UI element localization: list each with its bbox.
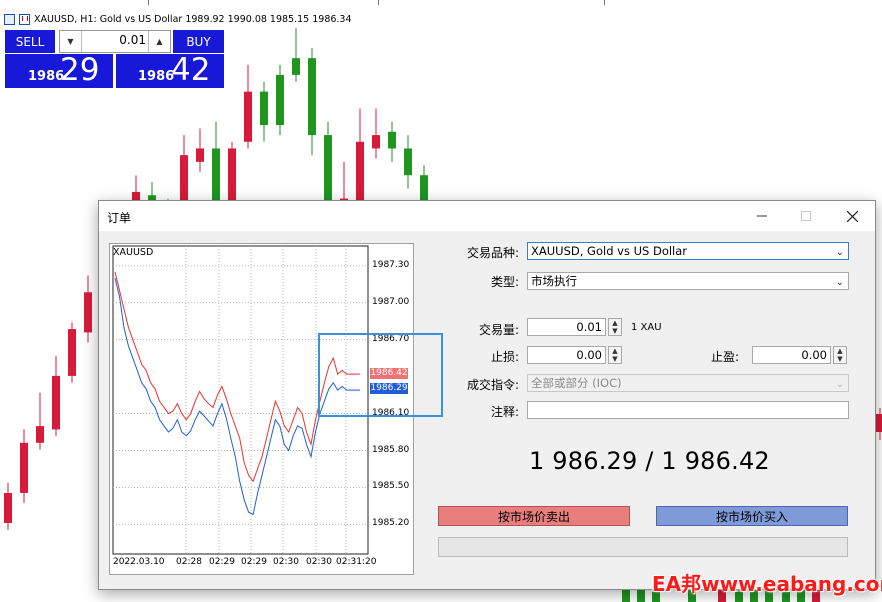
take-profit-label: 止盈: bbox=[710, 350, 739, 364]
tick-chart-symbol: XAUUSD bbox=[113, 247, 154, 258]
fill-policy-label: 成交指令: bbox=[466, 378, 519, 392]
buy-button[interactable]: BUY bbox=[173, 30, 224, 53]
candle bbox=[196, 128, 204, 172]
candle bbox=[4, 482, 12, 530]
chart-symbol-header: XAUUSD, H1: Gold vs US Dollar 1989.92 19… bbox=[4, 12, 352, 26]
y-tick-label: 1985.80 bbox=[372, 444, 410, 455]
x-tick-label: 02:30 bbox=[306, 557, 332, 567]
symbol-select-value: XAUUSD, Gold vs US Dollar bbox=[531, 244, 688, 258]
sell-by-market-button[interactable]: 按市场价卖出 bbox=[438, 506, 630, 526]
x-tick-label: 02:29 bbox=[241, 557, 267, 567]
y-tick-label: 1985.50 bbox=[372, 481, 410, 492]
volume-label: 交易量: bbox=[478, 323, 519, 337]
buy-price-box[interactable]: 1986 42 bbox=[116, 54, 224, 88]
lot-decrease-icon[interactable]: ▼ bbox=[60, 31, 82, 52]
fill-policy-select[interactable]: 全部或部分 (IOC) ⌄ bbox=[527, 374, 849, 392]
volume-unit: 1 XAU bbox=[631, 322, 662, 333]
symbol-label: 交易品种: bbox=[466, 246, 519, 260]
chevron-down-icon: ⌄ bbox=[835, 247, 844, 258]
take-profit-input[interactable]: 0.00 bbox=[752, 346, 831, 364]
bid-ask-price-display: 1 986.29 / 1 986.42 bbox=[529, 447, 770, 475]
volume-input[interactable]: 0.01 bbox=[527, 318, 606, 336]
x-tick-label: 2022.03.10 bbox=[113, 557, 165, 567]
dialog-title: 订单 bbox=[107, 211, 132, 225]
x-tick-label: 02:28 bbox=[176, 557, 202, 567]
top-tick bbox=[378, 0, 379, 5]
comment-label: 注释: bbox=[490, 405, 519, 419]
sell-button-label: SELL bbox=[15, 34, 45, 49]
candle bbox=[308, 48, 316, 156]
order-dialog: 订单 XAUUSD 1987.30 1987.00 1986.70 1986.10 19… bbox=[98, 200, 876, 590]
x-tick-label: 02:31:20 bbox=[336, 557, 377, 567]
sell-price-box[interactable]: 1986 29 bbox=[5, 54, 113, 88]
chart-window-icon bbox=[4, 13, 15, 25]
buy-button-label: BUY bbox=[186, 34, 211, 49]
candle bbox=[244, 64, 252, 149]
buy-by-market-label: 按市场价买入 bbox=[715, 509, 788, 524]
candle bbox=[388, 121, 396, 162]
maximize-icon[interactable] bbox=[793, 205, 819, 227]
minimize-icon[interactable] bbox=[749, 205, 775, 227]
stop-loss-label: 止损: bbox=[490, 350, 519, 364]
watermark-text: EA邦www.eabang.com bbox=[652, 572, 882, 596]
top-tick bbox=[604, 0, 605, 5]
x-tick-label: 02:29 bbox=[209, 557, 235, 567]
type-select-value: 市场执行 bbox=[531, 274, 577, 288]
chevron-down-icon: ⌄ bbox=[835, 379, 844, 390]
highlight-box bbox=[318, 333, 443, 417]
candle bbox=[276, 64, 284, 136]
candle bbox=[260, 81, 268, 142]
candle bbox=[20, 429, 28, 503]
candle bbox=[68, 322, 76, 383]
y-tick-label: 1985.20 bbox=[372, 518, 410, 529]
candle bbox=[52, 355, 60, 437]
type-label: 类型: bbox=[490, 275, 519, 289]
lot-size-input[interactable]: 0.01 bbox=[84, 33, 146, 47]
candle bbox=[84, 275, 92, 343]
type-select[interactable]: 市场执行 ⌄ bbox=[527, 272, 849, 290]
x-tick-label: 02:30 bbox=[273, 557, 299, 567]
one-click-trading-panel: SELL ▼ 0.01 ▲ BUY 1986 29 1986 42 bbox=[5, 30, 224, 88]
buy-by-market-button[interactable]: 按市场价买入 bbox=[656, 506, 848, 526]
candle bbox=[292, 28, 300, 82]
close-icon[interactable] bbox=[839, 205, 865, 227]
execution-progress-bar bbox=[438, 537, 848, 557]
stop-loss-input[interactable]: 0.00 bbox=[527, 346, 606, 364]
candle bbox=[372, 108, 380, 159]
volume-spinner[interactable]: ▲ ▼ bbox=[608, 318, 622, 336]
buy-price-prefix: 1986 bbox=[138, 69, 175, 84]
buy-price-pips: 42 bbox=[171, 52, 211, 88]
sell-button[interactable]: SELL bbox=[5, 30, 55, 53]
fill-policy-value: 全部或部分 (IOC) bbox=[531, 376, 622, 390]
take-profit-spinner[interactable]: ▲ ▼ bbox=[833, 346, 847, 364]
y-tick-label: 1987.30 bbox=[372, 259, 410, 270]
chart-symbol-text: XAUUSD, H1: Gold vs US Dollar 1989.92 19… bbox=[34, 13, 352, 25]
chart-type-icon bbox=[19, 13, 30, 25]
dialog-titlebar[interactable]: 订单 bbox=[99, 201, 875, 231]
sell-by-market-label: 按市场价卖出 bbox=[497, 509, 570, 524]
sell-price-pips: 29 bbox=[60, 52, 100, 88]
candle bbox=[876, 408, 882, 440]
candle bbox=[36, 392, 44, 450]
y-tick-label: 1987.00 bbox=[372, 296, 410, 307]
top-tick bbox=[148, 0, 149, 5]
chevron-down-icon: ⌄ bbox=[835, 277, 844, 288]
comment-input[interactable] bbox=[527, 401, 849, 419]
lot-increase-icon[interactable]: ▲ bbox=[148, 31, 170, 52]
stop-loss-spinner[interactable]: ▲ ▼ bbox=[608, 346, 622, 364]
candle bbox=[404, 135, 412, 189]
symbol-select[interactable]: XAUUSD, Gold vs US Dollar ⌄ bbox=[527, 242, 849, 260]
lot-size-control: ▼ 0.01 ▲ bbox=[59, 30, 171, 53]
sell-price-prefix: 1986 bbox=[28, 69, 65, 84]
